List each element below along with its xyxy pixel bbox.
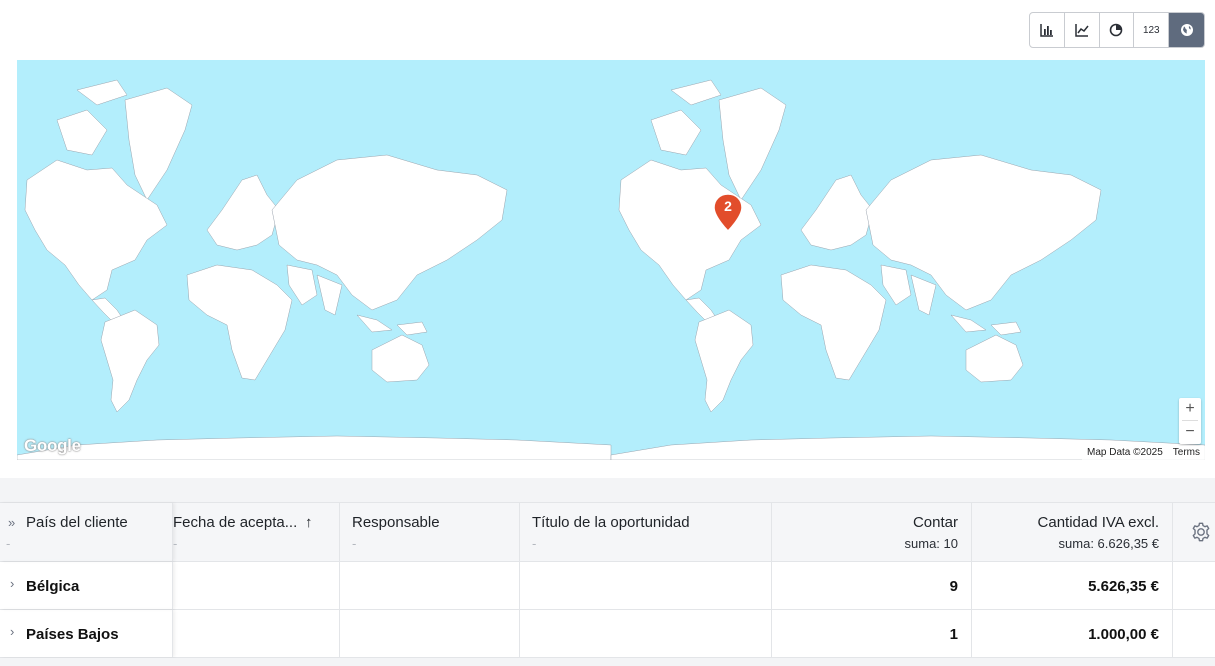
count-value: 9	[949, 578, 958, 595]
column-header-count[interactable]: Contar suma: 10	[772, 503, 972, 561]
table-row[interactable]: › Bélgica 9 5.626,35 €	[0, 562, 1215, 610]
date-cell	[173, 562, 340, 609]
country-cell: › Bélgica	[0, 562, 173, 609]
amount-cell: 1.000,00 €	[972, 610, 1173, 657]
bar-chart-view-button[interactable]	[1030, 13, 1065, 47]
country-name: Bélgica	[26, 578, 80, 595]
date-cell	[173, 610, 340, 657]
count-value: 1	[949, 626, 958, 643]
column-header-amount[interactable]: Cantidad IVA excl. suma: 6.626,35 €	[972, 503, 1173, 561]
column-title: Título de la oportunidad	[532, 514, 690, 531]
title-cell	[520, 562, 772, 609]
expand-row-icon[interactable]: ›	[10, 624, 14, 639]
world-map-land	[17, 79, 1205, 460]
data-table: » País del cliente - Fecha de acepta... …	[0, 502, 1215, 666]
column-title: Fecha de acepta...	[173, 514, 298, 531]
column-header-opportunity-title[interactable]: Título de la oportunidad -	[520, 503, 772, 561]
column-header-country[interactable]: » País del cliente -	[0, 503, 173, 561]
column-header-responsible[interactable]: Responsable -	[340, 503, 520, 561]
sort-ascending-icon[interactable]: ↑	[305, 514, 313, 531]
globe-icon	[1180, 24, 1193, 36]
column-sub: -	[352, 536, 357, 551]
zoom-out-button[interactable]: −	[1179, 421, 1201, 443]
zoom-in-button[interactable]: +	[1179, 398, 1201, 420]
count-cell: 9	[772, 562, 972, 609]
view-switcher: 123	[1029, 12, 1205, 48]
responsible-cell	[340, 562, 520, 609]
column-title: Contar	[912, 514, 958, 531]
column-sum: suma: 6.626,35 €	[1058, 536, 1159, 551]
map-cluster-marker[interactable]: 2	[712, 193, 744, 233]
title-cell	[520, 610, 772, 657]
count-cell: 1	[772, 610, 972, 657]
line-chart-icon	[1074, 24, 1089, 37]
world-map[interactable]: 2 + − Google Map Data ©2025 Terms	[17, 60, 1205, 460]
country-cell: › Países Bajos	[0, 610, 173, 657]
table-row[interactable]: › Países Bajos 1 1.000,00 €	[0, 610, 1215, 658]
pie-chart-view-button[interactable]	[1100, 13, 1135, 47]
section-divider	[0, 478, 1215, 502]
amount-value: 5.626,35 €	[1088, 578, 1159, 595]
expand-row-icon[interactable]: ›	[10, 576, 14, 591]
pie-chart-icon	[1110, 23, 1123, 37]
gear-icon	[1192, 522, 1210, 542]
expand-all-icon[interactable]: »	[8, 515, 15, 530]
marker-count: 2	[724, 198, 732, 214]
map-data-label: Map Data ©2025	[1082, 446, 1168, 460]
line-chart-view-button[interactable]	[1065, 13, 1100, 47]
bar-chart-icon	[1040, 24, 1053, 37]
table-header-row: » País del cliente - Fecha de acepta... …	[0, 502, 1215, 562]
map-view-button[interactable]	[1169, 13, 1204, 47]
column-sum: suma: 10	[904, 536, 958, 551]
amount-cell: 5.626,35 €	[972, 562, 1173, 609]
column-header-acceptance-date[interactable]: Fecha de acepta... ↑ -	[173, 503, 340, 561]
number-icon: 123	[1142, 24, 1160, 36]
responsible-cell	[340, 610, 520, 657]
map-attribution: Map Data ©2025 Terms	[1082, 446, 1205, 460]
number-view-button[interactable]: 123	[1134, 13, 1170, 47]
terms-link[interactable]: Terms	[1167, 446, 1205, 460]
column-sub: -	[532, 536, 537, 551]
table-footer	[0, 658, 1215, 666]
country-name: Países Bajos	[26, 626, 119, 643]
column-title: Cantidad IVA excl.	[1037, 514, 1159, 531]
table-settings-button[interactable]	[1190, 521, 1212, 548]
amount-value: 1.000,00 €	[1088, 626, 1159, 643]
column-sub: -	[6, 536, 11, 551]
column-title: Responsable	[352, 514, 440, 531]
column-sub: -	[173, 536, 178, 551]
column-title: País del cliente	[26, 514, 128, 531]
zoom-controls: + −	[1179, 398, 1201, 444]
google-logo: Google	[24, 436, 81, 455]
